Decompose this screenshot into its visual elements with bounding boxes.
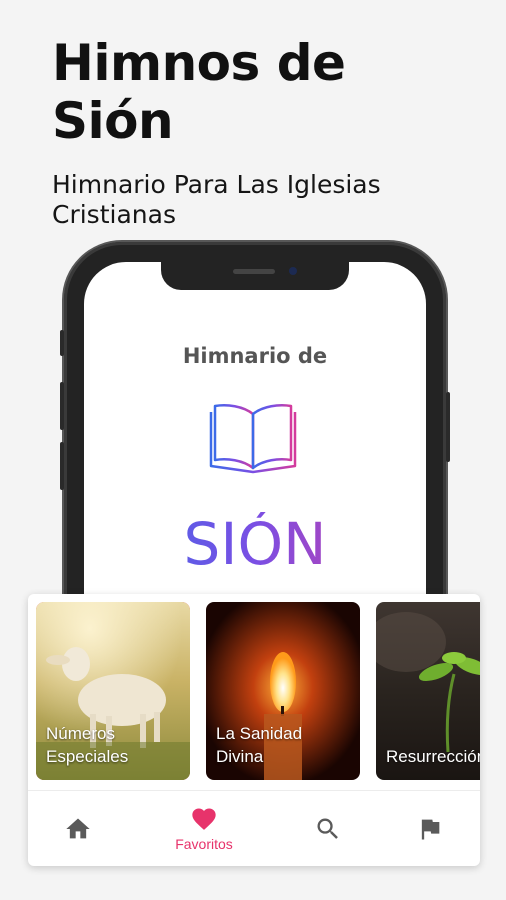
category-label-line-1: Números <box>46 724 115 743</box>
category-label: Resurrección <box>386 745 480 768</box>
category-label-line-1: La Sanidad <box>216 724 303 743</box>
category-label: La Sanidad Divina <box>216 722 354 768</box>
phone-mute-switch <box>60 330 64 356</box>
category-label-line-2: Especiales <box>46 747 129 766</box>
promo-subtitle: Himnario Para Las Iglesias Cristianas <box>52 170 492 230</box>
phone-camera <box>289 267 297 275</box>
subtitle-line-1: Himnario Para Las Iglesias <box>52 170 381 199</box>
search-icon <box>317 818 338 839</box>
phone-notch <box>161 262 349 290</box>
category-card-numeros-especiales[interactable]: Números Especiales <box>36 602 190 780</box>
bottom-navigation: Favoritos <box>28 791 480 866</box>
flag-icon <box>421 819 440 839</box>
subtitle-line-2: Cristianas <box>52 200 176 229</box>
category-carousel[interactable]: Números Especiales La Sanidad Divina Res… <box>28 594 480 790</box>
phone-power-button <box>446 392 450 462</box>
phone-volume-up <box>60 382 64 430</box>
promo-headline: Himnos de Sión <box>52 34 492 150</box>
phone-speaker <box>233 269 275 274</box>
category-label: Números Especiales <box>46 722 184 768</box>
home-icon <box>66 818 90 838</box>
nav-favoritos-label: Favoritos <box>175 836 233 852</box>
open-book-icon <box>209 404 297 474</box>
splash-title: SIÓN <box>84 512 426 576</box>
category-card-la-sanidad-divina[interactable]: La Sanidad Divina <box>206 602 360 780</box>
splash-pretitle: Himnario de <box>182 344 328 368</box>
app-bottom-panel: Números Especiales La Sanidad Divina Res… <box>28 594 480 866</box>
nav-favoritos[interactable]: Favoritos <box>154 791 254 866</box>
category-label-line-2: Resurrección <box>386 747 480 766</box>
nav-search[interactable] <box>278 791 378 866</box>
headline-line-2: Sión <box>52 92 174 150</box>
nav-home[interactable] <box>28 791 128 866</box>
phone-volume-down <box>60 442 64 490</box>
nav-flag[interactable] <box>380 791 480 866</box>
heart-icon <box>192 808 216 830</box>
headline-line-1: Himnos de <box>52 34 346 92</box>
category-card-resurreccion[interactable]: Resurrección <box>376 602 480 780</box>
category-label-line-2: Divina <box>216 747 264 766</box>
